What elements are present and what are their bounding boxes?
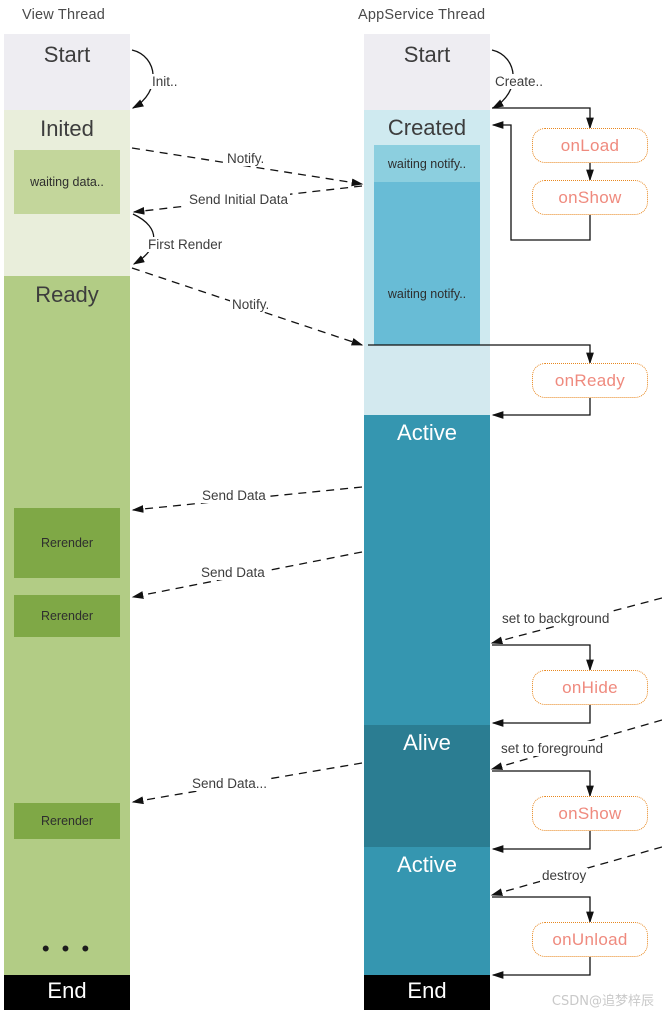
app-subblock-waiting-notify-1: waiting notify.. [374, 145, 480, 182]
edge-label-init: Init.. [150, 74, 180, 89]
callback-onshow-1-label: onShow [558, 187, 622, 207]
edge-label-send-data-1: Send Data [200, 488, 268, 503]
view-ellipsis: • • • [41, 936, 93, 961]
column-header-appservice-thread: AppService Thread [358, 7, 486, 23]
appservice-thread-lifeline: Start Created waiting notify.. waiting n… [364, 34, 490, 1010]
callback-onload[interactable]: onLoad [532, 128, 648, 163]
view-band-start-label: Start [43, 42, 91, 67]
edge-label-destroy: destroy [540, 868, 589, 883]
app-band-start-label: Start [403, 42, 451, 67]
watermark: CSDN@追梦梓辰 [551, 994, 654, 1009]
callback-onunload[interactable]: onUnload [532, 922, 648, 957]
view-thread-lifeline: Start Inited waiting data.. Ready Rerend… [4, 34, 130, 1010]
view-subblock-waiting-data: waiting data.. [14, 150, 120, 214]
view-subblock-rerender-2: Rerender [14, 595, 120, 637]
diagram-canvas: View Thread AppService Thread Start Init… [0, 0, 662, 1014]
app-band-created-label: Created [387, 115, 467, 140]
edge-label-set-to-background: set to background [500, 611, 612, 626]
callback-onshow-2[interactable]: onShow [532, 796, 648, 831]
view-band-inited-label: Inited [40, 116, 94, 141]
view-subblock-rerender-3: Rerender [14, 803, 120, 839]
edge-onunload-return [491, 957, 591, 979]
edge-to-onhide [492, 644, 594, 672]
column-header-view-thread: View Thread [22, 7, 106, 23]
edge-label-create: Create.. [493, 74, 546, 89]
callback-onhide[interactable]: onHide [532, 670, 648, 705]
app-subblock-waiting-notify-2-label: waiting notify.. [387, 286, 467, 301]
app-band-ready-gap [364, 345, 490, 415]
edge-onshow2-return [491, 831, 591, 853]
edge-label-set-to-foreground: set to foreground [499, 741, 606, 756]
callback-onready-label: onReady [554, 370, 626, 390]
app-band-alive-label: Alive [403, 730, 451, 755]
callback-onready[interactable]: onReady [532, 363, 648, 398]
callback-onhide-label: onHide [562, 677, 618, 697]
callback-onshow-1[interactable]: onShow [532, 180, 648, 215]
callback-onshow-2-label: onShow [558, 803, 622, 823]
edge-label-send-initial-data: Send Initial Data [187, 192, 291, 207]
view-band-ready-label: Ready [35, 282, 99, 307]
edge-onready-return [491, 398, 591, 419]
edge-label-first-render: First Render [146, 237, 225, 252]
edge-label-send-data-3: Send Data... [190, 776, 270, 791]
edge-to-onunload [492, 896, 594, 924]
view-subblock-rerender-2-label: Rerender [40, 609, 94, 623]
view-subblock-waiting-data-label: waiting data.. [30, 175, 104, 189]
view-band-end-label: End [47, 978, 87, 1003]
app-band-end-label: End [407, 978, 447, 1003]
app-band-active-1-label: Active [397, 420, 457, 445]
edge-label-send-data-2: Send Data [199, 565, 267, 580]
app-band-active-1 [364, 415, 490, 725]
edge-onhide-return [491, 705, 591, 727]
app-subblock-waiting-notify-1-label: waiting notify.. [387, 156, 467, 171]
callback-onload-label: onLoad [560, 135, 620, 155]
app-subblock-waiting-notify-2: waiting notify.. [374, 182, 480, 345]
edge-to-onshow-2 [492, 770, 594, 798]
view-subblock-rerender-1-label: Rerender [40, 536, 94, 550]
edge-label-notify-1: Notify. [225, 151, 267, 166]
app-band-active-2-label: Active [397, 852, 457, 877]
view-subblock-rerender-3-label: Rerender [40, 814, 94, 828]
edge-label-notify-2: Notify. [230, 297, 272, 312]
callback-onunload-label: onUnload [552, 929, 628, 949]
view-subblock-rerender-1: Rerender [14, 508, 120, 578]
edge-to-onload [492, 107, 594, 130]
